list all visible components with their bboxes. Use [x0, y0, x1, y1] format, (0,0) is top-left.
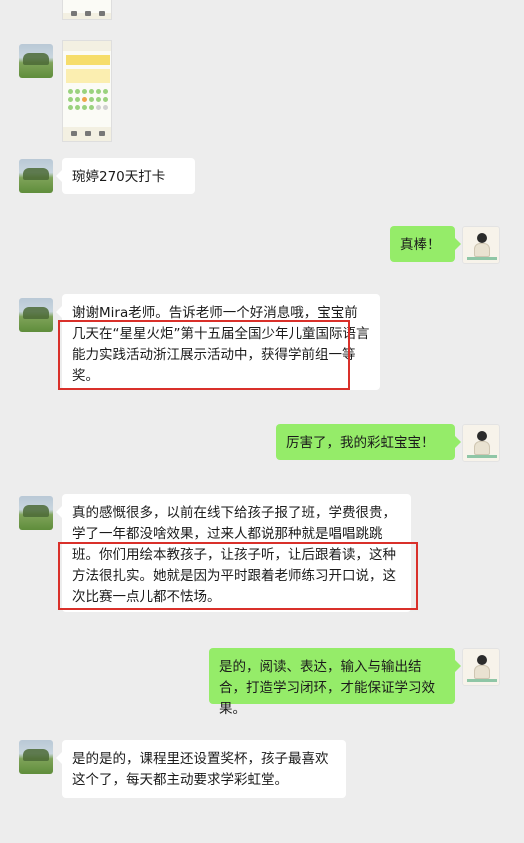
avatar[interactable] — [462, 424, 500, 462]
message-text: 是的是的，课程里还设置奖杯，孩子最喜欢这个了，每天都主动要求学彩虹堂。 — [72, 751, 329, 788]
message-bubble[interactable]: 琬婷270天打卡 — [56, 158, 195, 194]
highlight-box — [58, 542, 418, 610]
avatar[interactable] — [19, 740, 53, 774]
message-bubble[interactable]: 真棒！ — [390, 226, 461, 262]
message-bubble[interactable]: 是的，阅读、表达，输入与输出结合，打造学习闭环，才能保证学习效果。 — [209, 648, 461, 717]
nav-icon — [71, 131, 77, 136]
avatar[interactable] — [19, 298, 53, 332]
avatar[interactable] — [462, 648, 500, 686]
avatar[interactable] — [19, 159, 53, 193]
message-text: 厉害了，我的彩虹宝宝！ — [286, 435, 435, 451]
nav-icon — [85, 11, 91, 16]
checkin-calendar-image[interactable] — [62, 40, 112, 142]
avatar[interactable] — [19, 44, 53, 78]
message-bubble[interactable]: 厉害了，我的彩虹宝宝！ — [276, 424, 461, 460]
avatar[interactable] — [19, 496, 53, 530]
avatar[interactable] — [462, 226, 500, 264]
shared-image-partial[interactable] — [62, 0, 112, 20]
nav-icon — [85, 131, 91, 136]
message-text: 真棒！ — [400, 237, 441, 253]
highlight-box — [58, 320, 350, 390]
nav-icon — [71, 11, 77, 16]
nav-icon — [99, 131, 105, 136]
message-text: 是的，阅读、表达，输入与输出结合，打造学习闭环，才能保证学习效果。 — [219, 659, 435, 717]
message-text: 琬婷270天打卡 — [72, 169, 166, 185]
message-bubble[interactable]: 是的是的，课程里还设置奖杯，孩子最喜欢这个了，每天都主动要求学彩虹堂。 — [56, 740, 346, 798]
nav-icon — [99, 11, 105, 16]
